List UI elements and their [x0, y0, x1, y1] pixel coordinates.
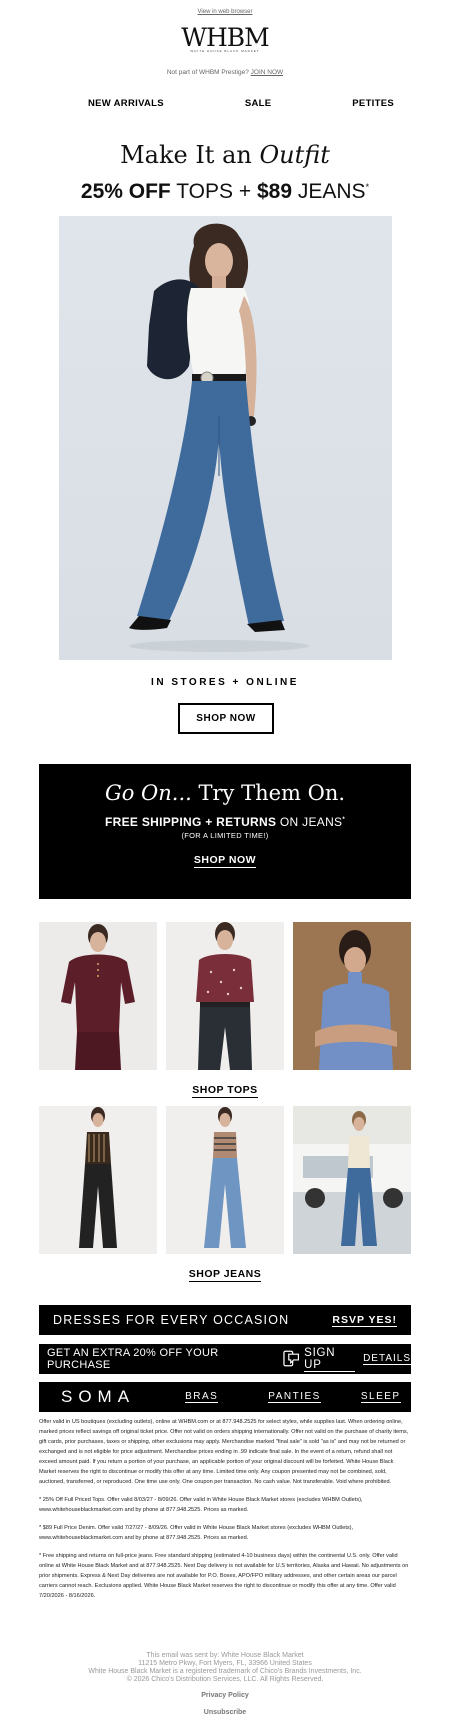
privacy-policy-link[interactable]: Privacy Policy [0, 1692, 450, 1700]
promo-free-shipping: FREE SHIPPING + RETURNS ON JEANS* [39, 815, 411, 829]
logo-subtitle: WHITE HOUSE BLACK MARKET [190, 49, 260, 53]
soma-logo[interactable]: SOMA [61, 1387, 135, 1407]
sign-up-link[interactable]: SIGN UP [304, 1347, 356, 1372]
unsubscribe-link[interactable]: Unsubscribe [0, 1709, 450, 1717]
product-tile-top-2[interactable] [166, 922, 284, 1070]
blue-halter-top-image [315, 930, 397, 1070]
headline: Make It an Outfit [0, 141, 450, 169]
nav-bar: NEW ARRIVALS SALE PETITES [0, 98, 450, 109]
view-in-browser-link[interactable]: View in web browser [198, 9, 253, 15]
phone-message-icon [283, 1350, 299, 1367]
burgundy-henley-image [61, 924, 135, 1070]
offer-line: 25% OFF TOPS + $89 JEANS* [0, 175, 450, 204]
extra-discount-bar[interactable]: GET AN EXTRA 20% OFF YOUR PURCHASE SIGN … [39, 1344, 411, 1374]
hero-image[interactable] [59, 216, 392, 660]
legal-paragraph-4: * Free shipping and returns on full-pric… [39, 1553, 409, 1599]
legal-paragraph-2: * 25% Off Full Priced Tops. Offer valid … [39, 1497, 363, 1513]
shop-jeans-link[interactable]: SHOP JEANS [0, 1268, 450, 1282]
dresses-text: DRESSES FOR EVERY OCCASION [53, 1313, 290, 1327]
nav-petites[interactable]: PETITES [352, 98, 394, 109]
burgundy-print-top-image [196, 922, 254, 1070]
offer-jeans: JEANS [297, 180, 366, 203]
headline-text: Make It an [120, 141, 252, 169]
footer-sent-by: This email was sent by: White House Blac… [146, 1652, 304, 1659]
free-shipping-promo[interactable]: Go On... Try Them On. FREE SHIPPING + RE… [39, 764, 411, 899]
in-stores-online: IN STORES + ONLINE [151, 677, 299, 688]
join-now-link[interactable]: JOIN NOW [251, 69, 284, 76]
promo-headline: Go On... Try Them On. [39, 781, 411, 805]
prestige-text: Not part of WHBM Prestige? [166, 69, 249, 76]
offer-tops: TOPS + [176, 180, 252, 203]
product-tile-jeans-2[interactable] [166, 1106, 284, 1254]
legal-paragraph-3: * $89 Full Price Denim. Offer valid 7/27… [39, 1525, 354, 1541]
footer: This email was sent by: White House Blac… [0, 1652, 450, 1717]
promo-try: Try Them On. [198, 781, 346, 805]
nav-new-arrivals[interactable]: NEW ARRIVALS [88, 98, 164, 109]
product-tile-top-3[interactable] [293, 922, 411, 1070]
details-link[interactable]: DETAILS [363, 1353, 411, 1365]
footer-copyright: © 2026 Chico's Distribution Services, LL… [126, 1676, 324, 1683]
footer-trademark: White House Black Market is a registered… [88, 1668, 362, 1675]
product-tile-jeans-1[interactable] [39, 1106, 157, 1254]
offer-pct: 25% OFF [80, 180, 171, 203]
footer-address: 11215 Metro Pkwy, Fort Myers, FL, 33966 … [138, 1660, 312, 1667]
headline-italic: Outfit [259, 141, 330, 169]
flare-jeans-car-image [293, 1106, 411, 1246]
black-wide-leg-jeans-image [79, 1107, 117, 1248]
hero-shop-now-button[interactable]: SHOP NOW [178, 703, 274, 734]
dresses-bar[interactable]: DRESSES FOR EVERY OCCASION RSVP YES! [39, 1305, 411, 1335]
promo-go-on: Go On... [104, 781, 192, 805]
logo[interactable]: WHBM [0, 25, 450, 51]
legal-disclaimer: Offer valid in US boutiques (excluding o… [39, 1417, 411, 1609]
topline: View in web browser [0, 0, 450, 15]
soma-sleep-link[interactable]: SLEEP [360, 1391, 401, 1403]
soma-bar[interactable]: SOMA BRAS PANTIES SLEEP [39, 1382, 411, 1412]
offer-mark: * [365, 182, 370, 192]
promo-free-text: FREE SHIPPING + RETURNS [105, 815, 277, 829]
promo-on-jeans: ON JEANS [279, 815, 343, 829]
rsvp-link[interactable]: RSVP YES! [332, 1314, 397, 1327]
shop-tops-link[interactable]: SHOP TOPS [0, 1084, 450, 1098]
promo-shop-now-link[interactable]: SHOP NOW [193, 854, 257, 868]
nav-sale[interactable]: SALE [245, 98, 272, 109]
product-tile-top-1[interactable] [39, 922, 157, 1070]
soma-bras-link[interactable]: BRAS [185, 1391, 219, 1403]
offer-price: $89 [256, 180, 293, 203]
promo-limited: (FOR A LIMITED TIME!) [181, 831, 269, 840]
soma-panties-link[interactable]: PANTIES [268, 1391, 321, 1403]
promo-mark: * [342, 817, 345, 823]
hero-model-illustration [129, 223, 309, 652]
prestige-line: Not part of WHBM Prestige? JOIN NOW [0, 69, 450, 76]
extra-discount-text: GET AN EXTRA 20% OFF YOUR PURCHASE [47, 1347, 219, 1371]
light-wash-flare-jeans-image [204, 1107, 246, 1248]
product-tile-jeans-3[interactable] [293, 1106, 411, 1254]
legal-paragraph-1: Offer valid in US boutiques (excluding o… [39, 1419, 409, 1485]
